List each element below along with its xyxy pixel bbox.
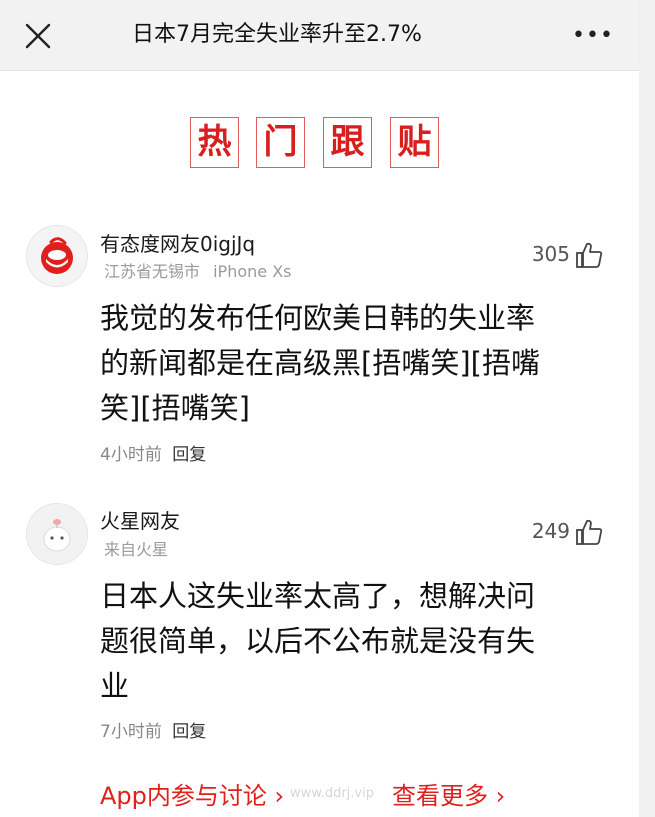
like-count: 305 <box>531 242 570 266</box>
hot-comments-char: 门 <box>256 117 305 168</box>
comment-text-line: 的新闻都是在高级黑[捂嘴笑][捂嘴 <box>100 346 540 380</box>
top-bar: 日本7月完全失业率升至2.7% ••• <box>0 0 639 71</box>
comment-username[interactable]: 有态度网友0igjJq <box>100 228 255 257</box>
comment-location: 江苏省无锡市 iPhone Xs <box>104 258 292 282</box>
avatar[interactable] <box>26 503 88 565</box>
comment-time: 7小时前 <box>100 722 162 742</box>
avatar[interactable] <box>26 225 88 287</box>
close-icon <box>25 23 51 49</box>
comment-time: 4小时前 <box>100 445 162 465</box>
hot-comments-header: 热 门 跟 贴 <box>190 117 440 170</box>
hot-comments-char: 贴 <box>390 117 439 168</box>
comment-location: 来自火星 <box>104 540 169 559</box>
comment-text: 我觉的发布任何欧美日韩的失业率 的新闻都是在高级黑[捂嘴笑][捂嘴 笑][捂嘴笑… <box>100 296 605 431</box>
reply-button[interactable]: 回复 <box>172 445 206 465</box>
comment-meta: 4小时前 回复 <box>100 440 206 465</box>
comment-text-line: 题很简单，以后不公布就是没有失 <box>100 624 536 658</box>
comment-text-line: 业 <box>100 669 130 703</box>
comment-device: iPhone Xs <box>213 262 292 281</box>
page-title: 日本7月完全失业率升至2.7% <box>132 22 422 47</box>
hot-comments-char: 热 <box>190 117 239 168</box>
hot-comments-char: 跟 <box>323 117 372 168</box>
scrollbar[interactable] <box>639 0 655 817</box>
reply-button[interactable]: 回复 <box>172 722 206 742</box>
netease-logo-icon <box>27 226 87 286</box>
comment-text-line: 笑][捂嘴笑] <box>100 391 250 425</box>
watermark: www.ddrj.vip <box>290 786 374 801</box>
comment-text-line: 日本人这失业率太高了，想解决问 <box>100 579 536 613</box>
comment-text: 日本人这失业率太高了，想解决问 题很简单，以后不公布就是没有失 业 <box>100 574 605 709</box>
thumbs-up-icon <box>576 242 603 268</box>
comment-meta: 7小时前 回复 <box>100 717 206 742</box>
title-fade <box>470 17 514 53</box>
thumbs-up-icon <box>576 519 603 545</box>
close-button[interactable] <box>24 22 52 50</box>
like-button[interactable]: 249 <box>514 517 604 547</box>
comment-text-line: 我觉的发布任何欧美日韩的失业率 <box>100 301 536 335</box>
view-more-link[interactable]: 查看更多 › <box>392 776 505 811</box>
like-button[interactable]: 305 <box>514 240 604 270</box>
more-options-button[interactable]: ••• <box>572 22 613 50</box>
like-count: 249 <box>531 519 570 543</box>
app-discussion-link[interactable]: App内参与讨论 › <box>100 776 284 811</box>
comment-username[interactable]: 火星网友 <box>100 505 180 534</box>
mars-user-avatar-icon <box>27 504 87 564</box>
comment-location-text: 江苏省无锡市 <box>104 262 201 281</box>
